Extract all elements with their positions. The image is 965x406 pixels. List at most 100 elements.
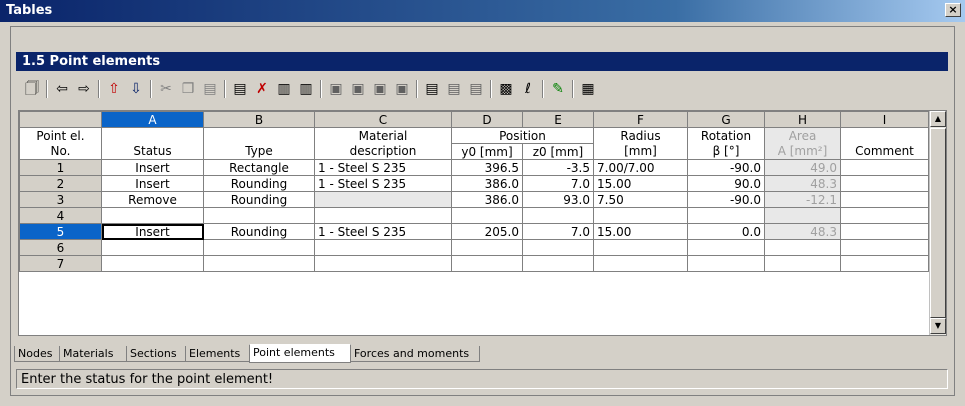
comment-cell[interactable] — [840, 255, 929, 272]
select-icon[interactable]: ✎ — [548, 79, 568, 99]
vertical-scrollbar[interactable]: ▲ ▼ — [929, 111, 946, 335]
material-cell[interactable] — [314, 255, 452, 272]
close-button[interactable]: × — [945, 3, 961, 17]
comment-cell[interactable] — [840, 223, 929, 240]
material-cell[interactable] — [314, 207, 452, 224]
row-number[interactable]: 4 — [19, 207, 102, 224]
rotation-cell[interactable] — [687, 255, 765, 272]
paste-icon[interactable]: ▤ — [200, 79, 220, 99]
z0-cell[interactable]: 7.0 — [522, 223, 594, 240]
tab-materials[interactable]: Materials — [59, 346, 127, 362]
view4-icon[interactable]: ▣ — [392, 79, 412, 99]
sheet1-icon[interactable]: ▤ — [422, 79, 442, 99]
col-letter-g[interactable]: G — [687, 111, 765, 128]
tab-elements[interactable]: Elements — [185, 346, 250, 362]
row-number-selected[interactable]: 5 — [19, 223, 102, 240]
insert-col-icon[interactable]: ▥ — [274, 79, 294, 99]
col-letter-b[interactable]: B — [203, 111, 315, 128]
z0-cell[interactable] — [522, 207, 594, 224]
y0-cell[interactable] — [451, 207, 523, 224]
scroll-up-icon[interactable]: ▲ — [930, 111, 946, 127]
tab-point-elements[interactable]: Point elements — [249, 344, 351, 363]
col-letter-a[interactable]: A — [101, 111, 204, 128]
row-number[interactable]: 1 — [19, 159, 102, 176]
z0-cell[interactable]: 7.0 — [522, 175, 594, 192]
comment-cell[interactable] — [840, 191, 929, 208]
type-cell[interactable]: Rounding — [203, 223, 315, 240]
type-cell[interactable] — [203, 255, 315, 272]
rotation-cell[interactable] — [687, 239, 765, 256]
material-cell[interactable]: 1 - Steel S 235 — [314, 223, 452, 240]
type-cell[interactable]: Rounding — [203, 175, 315, 192]
sheet3-icon[interactable]: ▤ — [466, 79, 486, 99]
y0-cell[interactable]: 386.0 — [451, 175, 523, 192]
delete-rows-icon[interactable]: ✗ — [252, 79, 272, 99]
scroll-down-icon[interactable]: ▼ — [930, 318, 946, 334]
tab-forces-and-moments[interactable]: Forces and moments — [350, 346, 480, 362]
col-letter-e[interactable]: E — [522, 111, 594, 128]
status-cell[interactable] — [101, 255, 204, 272]
export-icon[interactable]: ⇧ — [104, 79, 124, 99]
y0-cell[interactable] — [451, 255, 523, 272]
comment-cell[interactable] — [840, 207, 929, 224]
copy-icon[interactable]: ❐ — [178, 79, 198, 99]
arrow-right-icon[interactable]: ⇨ — [74, 79, 94, 99]
properties-icon[interactable]: 🗍 — [22, 79, 42, 99]
status-cell[interactable]: Insert — [101, 175, 204, 192]
rotation-cell[interactable]: 0.0 — [687, 223, 765, 240]
scroll-thumb[interactable] — [930, 128, 946, 318]
col-letter-c[interactable]: C — [314, 111, 452, 128]
rotation-cell[interactable] — [687, 207, 765, 224]
comment-cell[interactable] — [840, 239, 929, 256]
tab-nodes[interactable]: Nodes — [14, 346, 60, 362]
units-icon[interactable]: ℓ — [518, 79, 538, 99]
radius-cell[interactable]: 15.00 — [593, 223, 688, 240]
import-icon[interactable]: ⇩ — [126, 79, 146, 99]
comment-cell[interactable] — [840, 159, 929, 176]
type-cell[interactable] — [203, 207, 315, 224]
calculator-icon[interactable]: ▦ — [578, 79, 598, 99]
rotation-cell[interactable]: -90.0 — [687, 159, 765, 176]
cut-icon[interactable]: ✂ — [156, 79, 176, 99]
type-cell[interactable]: Rectangle — [203, 159, 315, 176]
col-letter-f[interactable]: F — [593, 111, 688, 128]
col-letter-d[interactable]: D — [451, 111, 523, 128]
view3-icon[interactable]: ▣ — [370, 79, 390, 99]
insert-rows-icon[interactable]: ▤ — [230, 79, 250, 99]
y0-cell[interactable]: 205.0 — [451, 223, 523, 240]
z0-cell[interactable] — [522, 255, 594, 272]
y0-cell[interactable]: 396.5 — [451, 159, 523, 176]
row-number[interactable]: 7 — [19, 255, 102, 272]
status-cell-focused[interactable]: Insert — [101, 223, 204, 240]
rotation-cell[interactable]: 90.0 — [687, 175, 765, 192]
radius-cell[interactable] — [593, 207, 688, 224]
row-number[interactable]: 6 — [19, 239, 102, 256]
radius-cell[interactable]: 7.50 — [593, 191, 688, 208]
tab-sections[interactable]: Sections — [126, 346, 186, 362]
comment-cell[interactable] — [840, 175, 929, 192]
material-cell[interactable] — [314, 239, 452, 256]
status-cell[interactable]: Remove — [101, 191, 204, 208]
radius-cell[interactable]: 15.00 — [593, 175, 688, 192]
sheet2-icon[interactable]: ▤ — [444, 79, 464, 99]
material-cell[interactable]: 1 - Steel S 235 — [314, 175, 452, 192]
y0-cell[interactable]: 386.0 — [451, 191, 523, 208]
radius-cell[interactable]: 7.00/7.00 — [593, 159, 688, 176]
z0-cell[interactable]: 93.0 — [522, 191, 594, 208]
radius-cell[interactable] — [593, 239, 688, 256]
rotation-cell[interactable]: -90.0 — [687, 191, 765, 208]
row-number[interactable]: 3 — [19, 191, 102, 208]
status-cell[interactable] — [101, 239, 204, 256]
material-cell[interactable] — [314, 191, 452, 208]
col-letter-h[interactable]: H — [764, 111, 841, 128]
type-cell[interactable] — [203, 239, 315, 256]
append-col-icon[interactable]: ▥ — [296, 79, 316, 99]
status-cell[interactable] — [101, 207, 204, 224]
view1-icon[interactable]: ▣ — [326, 79, 346, 99]
z0-cell[interactable] — [522, 239, 594, 256]
status-cell[interactable]: Insert — [101, 159, 204, 176]
type-cell[interactable]: Rounding — [203, 191, 315, 208]
arrow-left-icon[interactable]: ⇦ — [52, 79, 72, 99]
material-cell[interactable]: 1 - Steel S 235 — [314, 159, 452, 176]
z0-cell[interactable]: -3.5 — [522, 159, 594, 176]
